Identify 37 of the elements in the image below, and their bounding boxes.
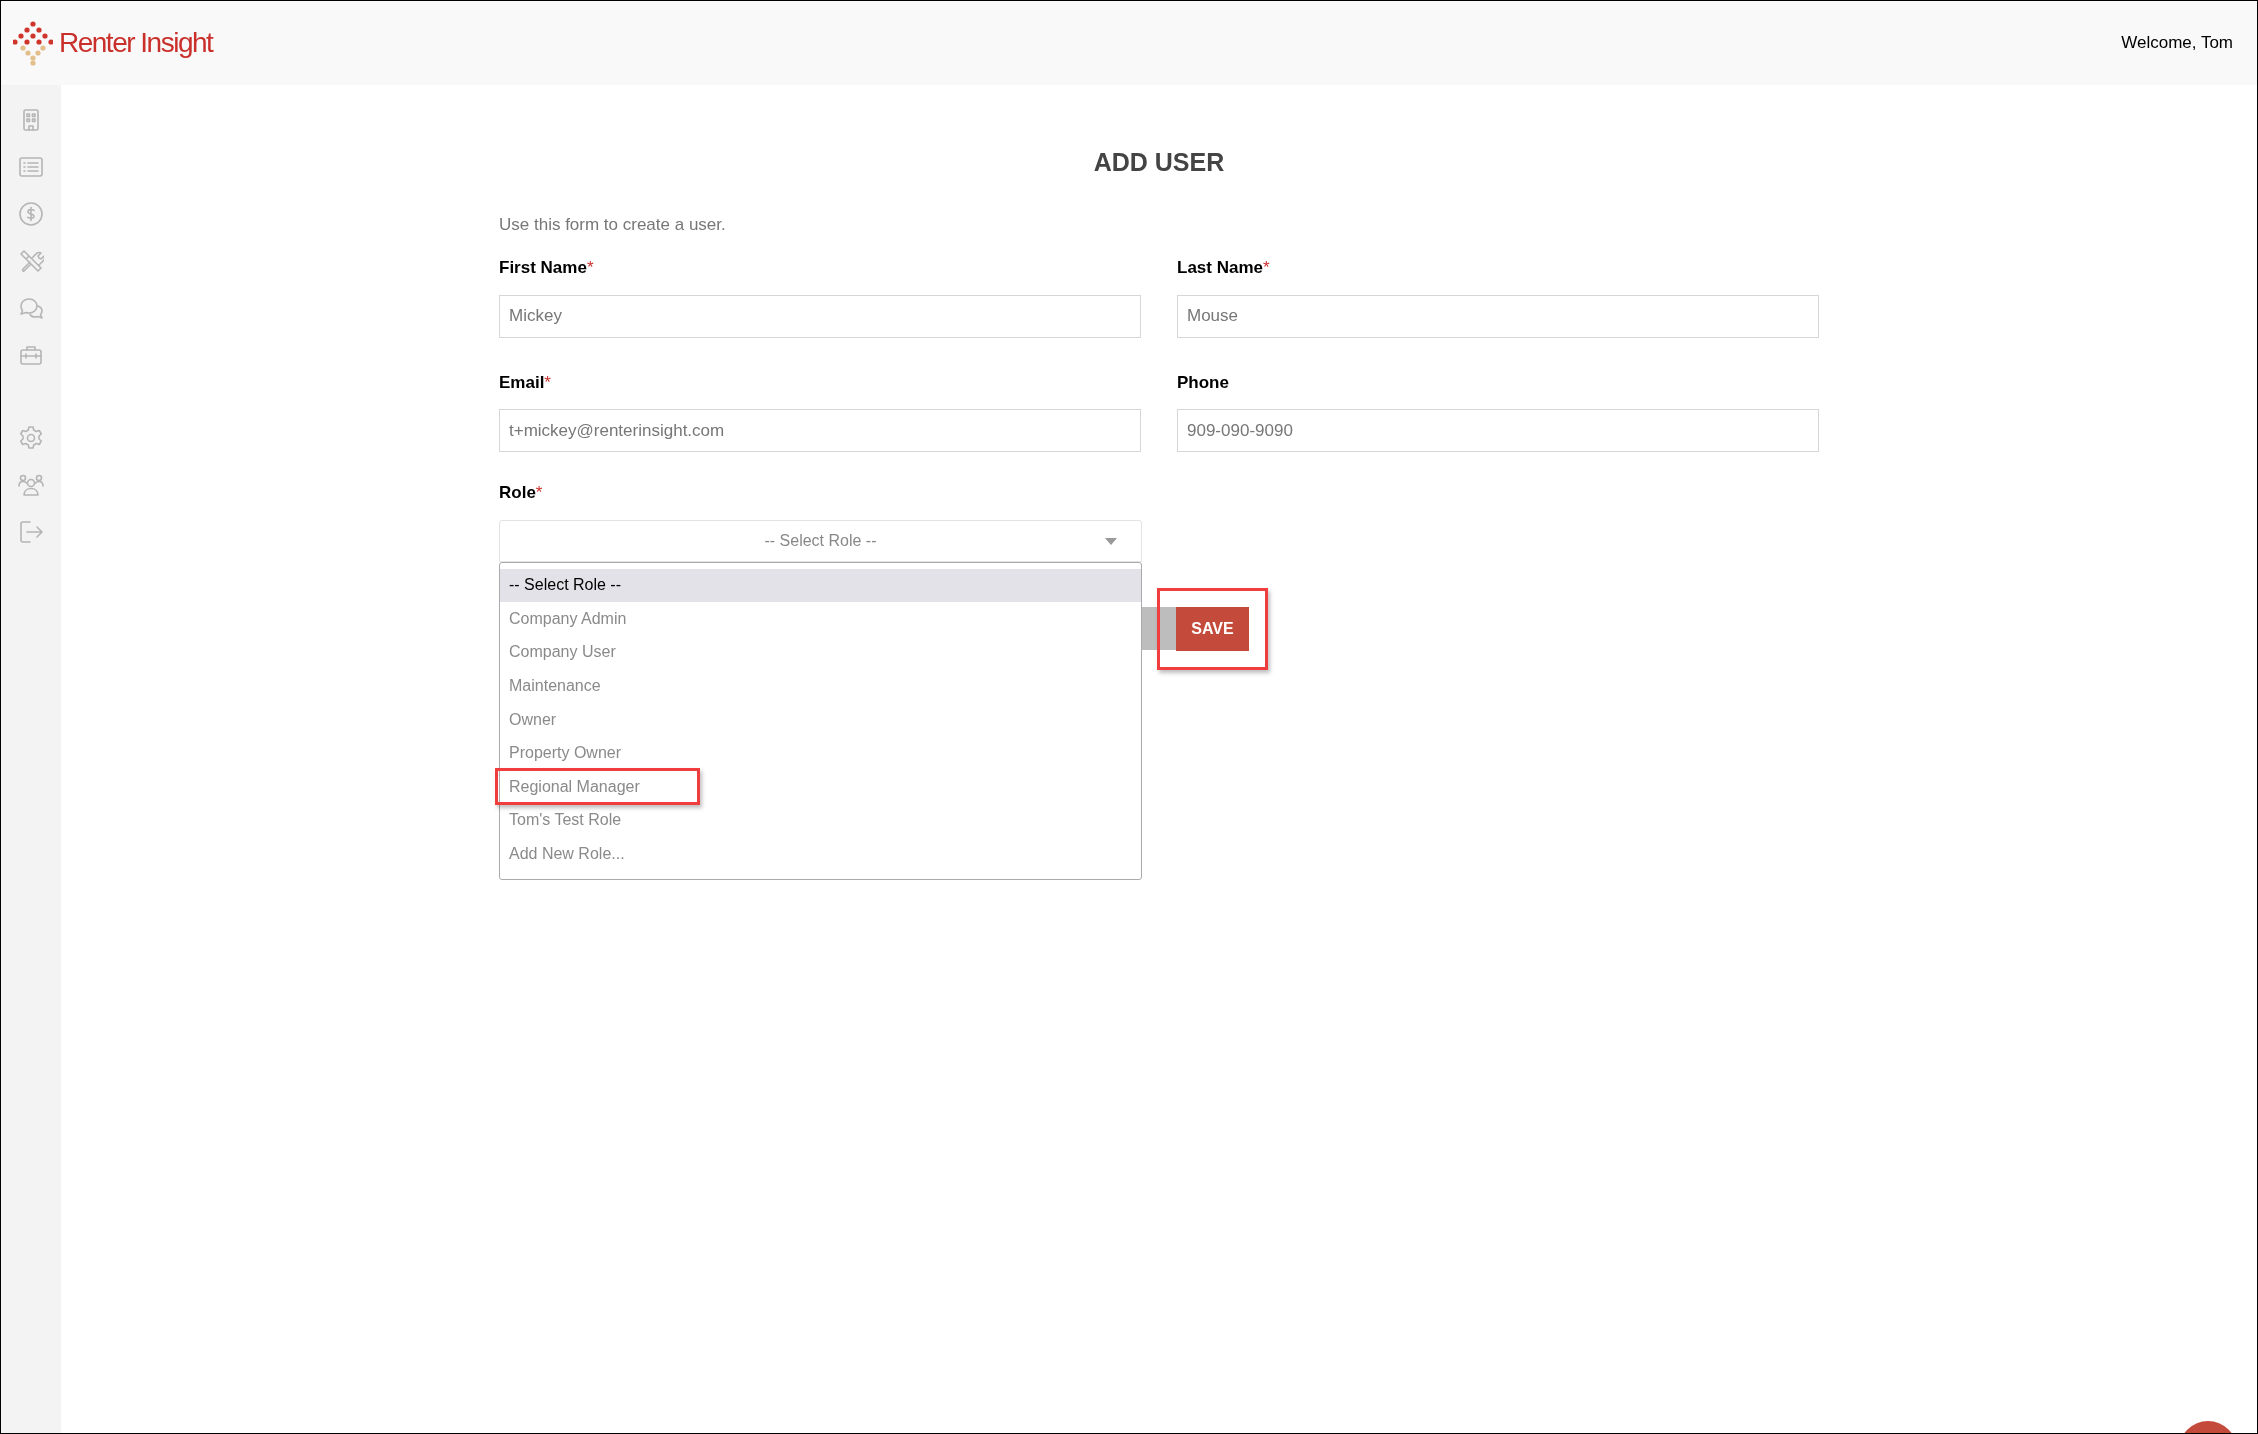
field-label: Email	[499, 371, 545, 394]
logo-icon	[13, 20, 53, 66]
dropdown-option[interactable]: Add New Role...	[500, 837, 1141, 871]
required-mark: *	[535, 482, 543, 504]
chat-bubbles-icon[interactable]	[18, 295, 44, 321]
dropdown-option[interactable]: Maintenance	[500, 669, 1141, 703]
settings-icon[interactable]	[18, 425, 44, 451]
dropdown-option[interactable]: -- Select Role --	[500, 568, 1141, 603]
input-field[interactable]: 909-090-9090	[1177, 409, 1819, 452]
brand-name: Renter Insight	[59, 29, 213, 57]
required-mark: *	[544, 371, 551, 394]
logout-icon[interactable]	[18, 519, 44, 545]
field-label: Role	[499, 482, 536, 504]
field-label: Phone	[1177, 371, 1229, 394]
field-label: Last Name	[1177, 257, 1263, 279]
welcome-text: Welcome, Tom	[2121, 32, 2233, 55]
dropdown-option[interactable]: Company User	[500, 635, 1141, 670]
save-button[interactable]: SAVE	[1176, 606, 1249, 651]
dropdown-option[interactable]: Tom's Test Role	[500, 803, 1141, 838]
page-title: ADD USER	[1092, 147, 1226, 178]
users-icon[interactable]	[18, 472, 44, 498]
field-label: First Name	[499, 257, 587, 279]
list-icon[interactable]	[18, 154, 44, 180]
required-mark: *	[586, 257, 594, 279]
tools-icon[interactable]	[18, 248, 44, 274]
role-select[interactable]: -- Select Role --	[499, 519, 1142, 562]
input-field[interactable]: Mickey	[499, 294, 1141, 338]
caret-icon	[1105, 537, 1117, 545]
input-field[interactable]: t+mickey@renterinsight.com	[499, 409, 1141, 452]
dropdown-option[interactable]: Owner	[500, 702, 1141, 737]
required-mark: *	[1263, 257, 1270, 279]
input-field[interactable]: Mouse	[1177, 294, 1819, 338]
intro-text: Use this form to create a user.	[499, 213, 727, 236]
dropdown-option[interactable]: Property Owner	[500, 736, 1141, 771]
dropdown-option[interactable]: Company Admin	[500, 602, 1141, 636]
dropdown-option[interactable]: Regional Manager	[500, 770, 1141, 804]
dollar-icon[interactable]	[18, 201, 44, 227]
